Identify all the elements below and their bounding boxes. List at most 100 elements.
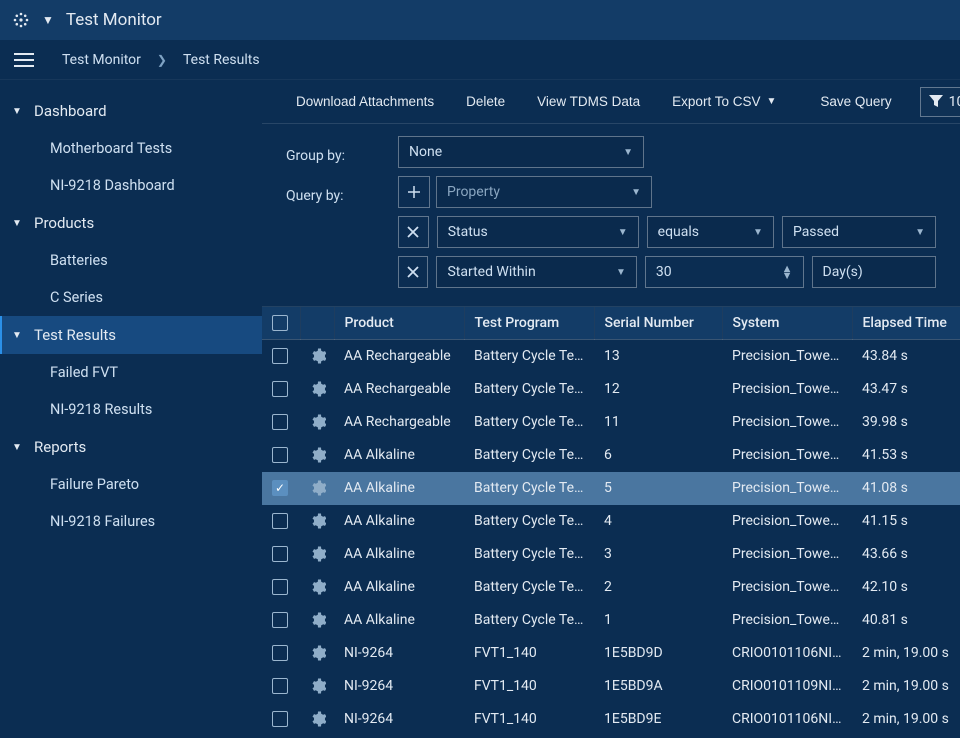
- query-value-select[interactable]: Passed ▼: [782, 216, 936, 248]
- row-checkbox[interactable]: [272, 645, 288, 661]
- table-row[interactable]: NI-9264FVT1_1401E5BD9ECRIO0101106NIH2 mi…: [262, 703, 960, 736]
- cell-serial: 1: [594, 604, 722, 637]
- cell-product: AA Rechargeable: [334, 406, 464, 439]
- remove-query-row-button[interactable]: [398, 216, 429, 248]
- row-checkbox[interactable]: [272, 447, 288, 463]
- save-query-button[interactable]: Save Query: [806, 88, 905, 115]
- query-row: Started Within ▼ 30 ▲▼ Day(s): [398, 256, 936, 288]
- sidebar-group-reports[interactable]: ▼Reports: [0, 428, 262, 466]
- spinner-arrows-icon[interactable]: ▲▼: [782, 265, 793, 279]
- row-gear-icon[interactable]: [310, 348, 324, 364]
- filter-count-button[interactable]: 100: [920, 87, 960, 117]
- export-csv-button[interactable]: Export To CSV ▼: [658, 88, 790, 115]
- row-checkbox[interactable]: [272, 513, 288, 529]
- row-gear-icon[interactable]: [310, 546, 324, 562]
- cell-test-program: Battery Cycle Test.seq: [464, 439, 594, 472]
- sidebar-group-test-results[interactable]: ▼Test Results: [0, 316, 262, 354]
- column-header-test-program[interactable]: Test Program: [464, 307, 594, 340]
- cell-elapsed: 2 min, 19.00 s: [852, 703, 960, 736]
- cell-serial: 4: [594, 505, 722, 538]
- sidebar-item-ni-9218-failures[interactable]: NI-9218 Failures: [0, 503, 262, 540]
- sidebar-item-failed-fvt[interactable]: Failed FVT: [0, 354, 262, 391]
- cell-system: Precision_Tower_58: [722, 604, 852, 637]
- row-checkbox[interactable]: [272, 414, 288, 430]
- sidebar-item-ni-9218-results[interactable]: NI-9218 Results: [0, 391, 262, 428]
- cell-test-program: FVT1_140: [464, 637, 594, 670]
- row-checkbox[interactable]: [272, 678, 288, 694]
- row-checkbox[interactable]: [272, 348, 288, 364]
- table-row[interactable]: NI-9264FVT1_1401E5BD9DCRIO0101106NIH2 mi…: [262, 637, 960, 670]
- table-row[interactable]: AA AlkalineBattery Cycle Test.seq6Precis…: [262, 439, 960, 472]
- content: Download Attachments Delete View TDMS Da…: [262, 80, 960, 738]
- cell-system: Precision_Tower_58: [722, 340, 852, 373]
- column-header-serial[interactable]: Serial Number: [594, 307, 722, 340]
- row-checkbox[interactable]: [272, 579, 288, 595]
- chevron-down-icon: ▼: [623, 147, 633, 158]
- sidebar-group-dashboard[interactable]: ▼Dashboard: [0, 92, 262, 130]
- remove-query-row-button[interactable]: [398, 256, 428, 288]
- table-row[interactable]: AA AlkalineBattery Cycle Test.seq1Precis…: [262, 604, 960, 637]
- row-gear-icon[interactable]: [310, 612, 324, 628]
- query-property-select[interactable]: Property ▼: [436, 176, 652, 208]
- sidebar-group-products[interactable]: ▼Products: [0, 204, 262, 242]
- chevron-down-icon: ▼: [616, 267, 626, 278]
- row-gear-icon[interactable]: [310, 447, 324, 463]
- row-checkbox[interactable]: [272, 546, 288, 562]
- cell-product: AA Rechargeable: [334, 340, 464, 373]
- breadcrumb-leaf[interactable]: Test Results: [183, 52, 260, 68]
- select-all-checkbox[interactable]: [272, 315, 288, 331]
- row-gear-icon[interactable]: [310, 678, 324, 694]
- column-header-elapsed[interactable]: Elapsed Time: [852, 307, 960, 340]
- row-checkbox[interactable]: [272, 612, 288, 628]
- cell-product: NI-9264: [334, 703, 464, 736]
- row-checkbox[interactable]: [272, 480, 288, 496]
- download-attachments-button[interactable]: Download Attachments: [282, 88, 448, 115]
- table-row[interactable]: AA RechargeableBattery Cycle Test.seq12P…: [262, 373, 960, 406]
- query-field-select[interactable]: Started Within ▼: [436, 256, 636, 288]
- filter-icon: [929, 95, 943, 109]
- sidebar-item-c-series[interactable]: C Series: [0, 279, 262, 316]
- toolbar: Download Attachments Delete View TDMS Da…: [262, 80, 960, 124]
- row-gear-icon[interactable]: [310, 579, 324, 595]
- cell-elapsed: 40.81 s: [852, 604, 960, 637]
- table-row[interactable]: AA RechargeableBattery Cycle Test.seq13P…: [262, 340, 960, 373]
- sidebar-item-failure-pareto[interactable]: Failure Pareto: [0, 466, 262, 503]
- sidebar: ▼DashboardMotherboard TestsNI-9218 Dashb…: [0, 80, 262, 738]
- delete-button[interactable]: Delete: [452, 88, 519, 115]
- row-gear-icon[interactable]: [310, 513, 324, 529]
- row-gear-icon[interactable]: [310, 645, 324, 661]
- table-row[interactable]: AA AlkalineBattery Cycle Test.seq2Precis…: [262, 571, 960, 604]
- menu-toggle-icon[interactable]: [12, 48, 36, 72]
- query-field-select[interactable]: Status ▼: [437, 216, 639, 248]
- table-row[interactable]: AA AlkalineBattery Cycle Test.seq4Precis…: [262, 505, 960, 538]
- query-amount-input[interactable]: 30 ▲▼: [645, 256, 804, 288]
- table-row[interactable]: NI-9264FVT1_1401E5BD9ACRIO0101109NIH2 mi…: [262, 670, 960, 703]
- column-header-product[interactable]: Product: [334, 307, 464, 340]
- row-gear-icon[interactable]: [310, 480, 324, 496]
- row-checkbox[interactable]: [272, 711, 288, 727]
- group-by-select[interactable]: None ▼: [398, 136, 644, 168]
- add-query-row-button[interactable]: [398, 176, 430, 208]
- sidebar-item-batteries[interactable]: Batteries: [0, 242, 262, 279]
- query-op-select[interactable]: equals ▼: [647, 216, 774, 248]
- table-row[interactable]: AA RechargeableBattery Cycle Test.seq11P…: [262, 406, 960, 439]
- cell-serial: 6: [594, 439, 722, 472]
- column-header-system[interactable]: System: [722, 307, 852, 340]
- row-checkbox[interactable]: [272, 381, 288, 397]
- sidebar-item-ni-9218-dashboard[interactable]: NI-9218 Dashboard: [0, 167, 262, 204]
- table-row[interactable]: AA AlkalineBattery Cycle Test.seq3Precis…: [262, 538, 960, 571]
- row-gear-icon[interactable]: [310, 381, 324, 397]
- table-row[interactable]: AA AlkalineBattery Cycle Test.seq5Precis…: [262, 472, 960, 505]
- app-menu-chevron-icon[interactable]: ▼: [42, 13, 54, 27]
- select-all-header[interactable]: [262, 307, 300, 340]
- view-tdms-button[interactable]: View TDMS Data: [523, 88, 654, 115]
- sidebar-item-motherboard-tests[interactable]: Motherboard Tests: [0, 130, 262, 167]
- chevron-down-icon: ▼: [618, 227, 628, 238]
- brand-icon: [12, 11, 30, 29]
- row-gear-icon[interactable]: [310, 711, 324, 727]
- query-unit-select[interactable]: Day(s): [812, 256, 936, 288]
- row-gear-icon[interactable]: [310, 414, 324, 430]
- breadcrumb-root[interactable]: Test Monitor: [62, 52, 141, 68]
- cell-system: Precision_Tower_58: [722, 472, 852, 505]
- cell-test-program: FVT1_140: [464, 670, 594, 703]
